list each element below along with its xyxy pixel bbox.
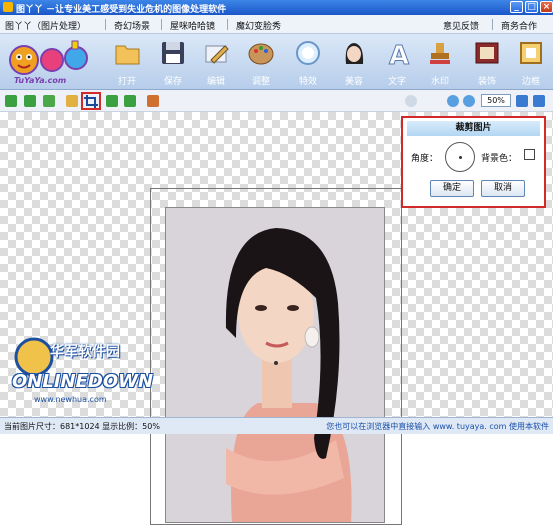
actual-size-icon[interactable] (533, 95, 545, 107)
rotate-right-icon[interactable] (124, 95, 136, 107)
maximize-button[interactable]: □ (525, 1, 538, 13)
menu-item-tuyaya[interactable]: 图丫丫（图片处理） (5, 19, 86, 32)
folder-small-icon[interactable] (66, 95, 78, 107)
tool-label: 保存 (163, 77, 182, 87)
letter-a-icon: A (389, 41, 410, 67)
title-bar: 图丫丫 －让专业美工感受到失业危机的图像处理软件 _ □ × (0, 0, 553, 15)
tool-label: 装饰 (477, 77, 496, 87)
crop-panel: 裁剪图片 角度： 背景色： 确定 取消 (401, 116, 546, 208)
tool-label: 美容 (344, 77, 363, 87)
tool-label: 文字 (387, 77, 406, 87)
menu-item-business[interactable]: 商务合作 (501, 19, 537, 32)
edit-toolbar: 50% (0, 90, 553, 112)
tool-label: 水印 (430, 77, 449, 87)
onlinedown-watermark: 华军软件园 ONLINEDOWN www.newhua.com (12, 335, 154, 417)
menu-separator (161, 19, 162, 30)
zoom-in-icon[interactable] (447, 95, 459, 107)
menu-separator (492, 19, 493, 30)
pencil-icon (205, 45, 229, 64)
tool-save[interactable]: 保存 (153, 38, 193, 88)
fit-window-icon[interactable] (516, 95, 528, 107)
crop-panel-title: 裁剪图片 (407, 121, 540, 136)
frame-icon (475, 42, 499, 64)
flip-icon[interactable] (147, 95, 159, 107)
refresh-icon[interactable] (43, 95, 55, 107)
tool-label: 调整 (251, 77, 270, 87)
status-image-info: 当前图片尺寸：681*1024 显示比例：50% (4, 422, 160, 431)
zoom-out-icon[interactable] (463, 95, 475, 107)
tool-label: 边框 (521, 77, 540, 87)
tool-label: 特效 (298, 77, 317, 87)
crop-ok-button[interactable]: 确定 (430, 180, 474, 197)
menu-separator (105, 19, 106, 30)
tool-label: 打开 (117, 77, 136, 87)
redo-icon[interactable] (24, 95, 36, 107)
watermark-en: ONLINEDOWN (12, 371, 154, 392)
main-toolbar: TuYaYa.com 打开 保存 编辑 调整 特效 美容 A 文字 水印 装饰 … (0, 34, 553, 90)
border-icon (520, 42, 542, 64)
menu-item-fantasy-scene[interactable]: 奇幻场景 (114, 19, 150, 32)
brightness-icon[interactable] (405, 95, 417, 107)
edited-photo (165, 207, 385, 523)
tool-edit[interactable]: 编辑 (196, 38, 236, 88)
crop-icon (84, 95, 98, 108)
angle-dial-center (459, 156, 462, 159)
zoom-field[interactable]: 50% (481, 94, 511, 107)
tool-border[interactable]: 边框 (511, 38, 551, 88)
tool-beauty[interactable]: 美容 (334, 38, 374, 88)
tool-text[interactable]: A 文字 (377, 38, 417, 88)
close-button[interactable]: × (540, 1, 553, 13)
app-icon (3, 2, 13, 12)
status-bar: 当前图片尺寸：681*1024 显示比例：50% 您也可以在浏览器中直接输入 w… (0, 417, 553, 434)
menu-item-feedback[interactable]: 意见反馈 (443, 19, 479, 32)
window-title: 图丫丫 －让专业美工感受到失业危机的图像处理软件 (16, 5, 227, 15)
watermark-cn: 华军软件园 (50, 344, 120, 360)
tool-adjust[interactable]: 调整 (241, 38, 281, 88)
menu-item-funhouse-mirror[interactable]: 屋咪哈哈镜 (170, 19, 215, 32)
tool-watermark[interactable]: 水印 (420, 38, 460, 88)
tool-effects[interactable]: 特效 (288, 38, 328, 88)
menu-item-face-morph[interactable]: 魔幻变脸秀 (236, 19, 281, 32)
angle-dial[interactable] (445, 142, 475, 172)
portrait-image (166, 208, 384, 522)
tool-decorate[interactable]: 装饰 (467, 38, 507, 88)
status-web-link[interactable]: 您也可以在浏览器中直接输入 www. tuyaya. com 使用本软件 (326, 421, 549, 432)
menu-bar: 图丫丫（图片处理） 奇幻场景 屋咪哈哈镜 魔幻变脸秀 意见反馈 商务合作 (0, 15, 553, 34)
bg-color-swatch[interactable] (524, 149, 535, 160)
crop-cancel-button[interactable]: 取消 (481, 180, 525, 197)
logo-text: TuYaYa.com (14, 76, 67, 85)
tool-open[interactable]: 打开 (107, 38, 147, 88)
svg-text:A: A (389, 41, 409, 66)
tuyaya-logo: TuYaYa.com (6, 38, 96, 88)
angle-label: 角度： (411, 154, 439, 164)
face-icon (345, 43, 364, 64)
undo-icon[interactable] (5, 95, 17, 107)
tool-label: 编辑 (206, 77, 225, 87)
folder-icon (115, 45, 140, 65)
rotate-left-icon[interactable] (106, 95, 118, 107)
circle-icon (296, 41, 320, 65)
watermark-url: www.newhua.com (34, 395, 107, 404)
crop-button[interactable] (81, 92, 101, 110)
floppy-icon (162, 42, 184, 64)
minimize-button[interactable]: _ (510, 1, 523, 13)
stamp-icon (430, 43, 450, 64)
bg-color-label: 背景色： (481, 154, 518, 164)
menu-separator (227, 19, 228, 30)
palette-icon (248, 43, 274, 65)
